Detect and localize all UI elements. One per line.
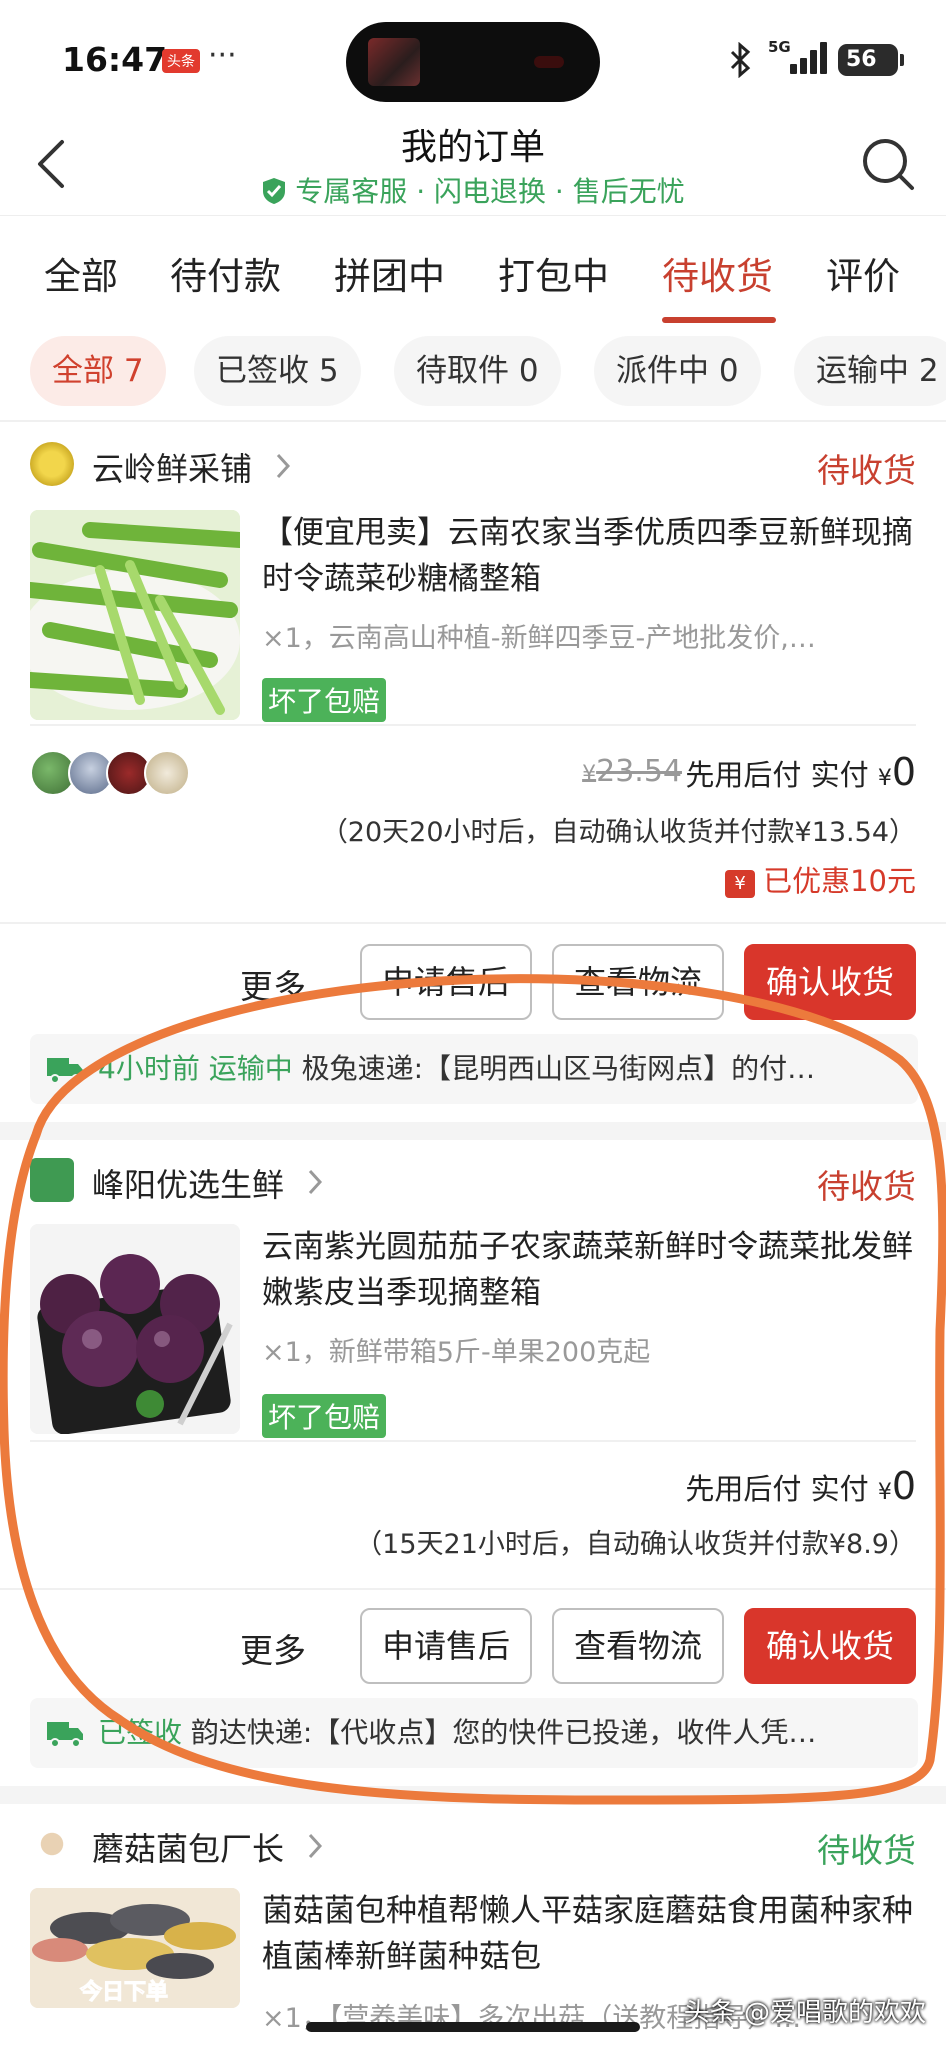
recording-indicator	[534, 56, 564, 68]
view-logistics-button[interactable]: 查看物流	[552, 944, 724, 1020]
chevron-right-icon[interactable]	[274, 452, 292, 480]
tab-packing[interactable]: 打包中	[498, 246, 609, 300]
product-title[interactable]: 云南紫光圆茄茄子农家蔬菜新鲜时令蔬菜批发鲜嫩紫皮当季现摘整箱	[262, 1224, 917, 1316]
tab-awaiting-receipt[interactable]: 待收货	[662, 246, 773, 300]
divider	[0, 1588, 946, 1590]
chip-signed[interactable]: 已签收 5	[194, 336, 361, 406]
order-status: 待收货	[817, 1831, 916, 1870]
eggplant-picture	[30, 1224, 240, 1434]
status-bar: 16:47 头条 ··· 5G 56	[0, 0, 946, 120]
product-title[interactable]: 【便宜甩卖】云南农家当季优质四季豆新鲜现摘时令蔬菜砂糖橘整箱	[262, 510, 917, 602]
page-title: 我的订单	[400, 127, 545, 168]
confirm-receipt-button[interactable]: 确认收货	[744, 1608, 916, 1684]
divider	[0, 922, 946, 924]
green-beans-picture	[30, 510, 240, 720]
card-separator	[0, 1122, 946, 1140]
order-status: 待收货	[817, 1167, 916, 1206]
confirm-receipt-button[interactable]: 确认收货	[744, 944, 916, 1020]
chip-delivering[interactable]: 派件中 0	[594, 336, 761, 406]
product-title[interactable]: 菌菇菌包种植帮懒人平菇家庭蘑菇食用菌种家种植菌棒新鲜菌种菇包	[262, 1888, 917, 1980]
more-button[interactable]: 更多	[240, 960, 306, 1008]
shield-check-icon	[263, 178, 286, 204]
status-filter-chips: 全部 7 已签收 5 待取件 0 派件中 0 运输中 2	[0, 336, 946, 412]
home-indicator[interactable]	[306, 2022, 640, 2032]
auto-confirm-note: （20天20小时后，自动确认收货并付款¥13.54）	[320, 817, 916, 848]
battery-level: 56	[846, 47, 877, 72]
chevron-right-icon[interactable]	[306, 1832, 324, 1860]
service-guarantee[interactable]: 专属客服 · 闪电退换 · 售后无忧	[0, 170, 946, 210]
order-status: 待收货	[817, 451, 916, 490]
tab-all[interactable]: 全部	[44, 246, 118, 300]
guarantee-tag: 坏了包赔	[262, 678, 387, 722]
product-image-label: 今日下单	[79, 1980, 169, 2006]
watermark: 头条 @爱唱歌的欢欢	[683, 1998, 926, 2028]
guarantee-tag: 坏了包赔	[262, 1394, 387, 1438]
view-logistics-button[interactable]: 查看物流	[552, 1608, 724, 1684]
status-time: 16:47	[62, 40, 168, 79]
bluetooth-icon	[730, 42, 751, 78]
tab-pending-payment[interactable]: 待付款	[170, 246, 281, 300]
now-playing-thumbnail	[368, 38, 420, 86]
after-sale-button[interactable]: 申请售后	[360, 1608, 532, 1684]
avatar	[144, 750, 190, 796]
shop-logo	[30, 1158, 74, 1202]
yen-icon: ¥	[725, 870, 756, 898]
divider	[0, 420, 946, 422]
logistics-bar[interactable]: 已签收 韵达快递:【代收点】您的快件已投递，收件人凭…	[30, 1698, 918, 1768]
shop-logo	[30, 442, 74, 486]
card-separator	[0, 1786, 946, 1804]
chevron-right-icon[interactable]	[306, 1168, 324, 1196]
battery-icon: 56	[838, 44, 904, 76]
more-dots-icon: ···	[208, 38, 237, 73]
shop-name[interactable]: 峰阳优选生鲜	[92, 1160, 284, 1206]
product-spec: ×1，新鲜带箱5斤-单果200克起	[262, 1337, 651, 1368]
shop-name[interactable]: 云岭鲜采铺	[92, 444, 252, 490]
logistics-text: 韵达快递:【代收点】您的快件已投递，收件人凭…	[190, 1716, 817, 1749]
app-badge: 头条	[162, 49, 200, 73]
dynamic-island	[346, 22, 600, 102]
logistics-bar[interactable]: 4小时前 运输中 极兔速递:【昆明西山区马街网点】的付…	[30, 1034, 918, 1104]
payment-summary: 先用后付 实付 ¥0	[685, 750, 916, 794]
truck-icon	[47, 1722, 83, 1748]
divider	[30, 1440, 916, 1442]
auto-confirm-note: （15天21小时后，自动确认收货并付款¥8.9）	[355, 1529, 916, 1560]
logistics-status: 已签收	[98, 1716, 183, 1749]
tab-group-buying[interactable]: 拼团中	[334, 246, 445, 300]
order-tabs: 全部 待付款 拼团中 打包中 待收货 评价	[0, 215, 946, 325]
divider	[30, 724, 916, 726]
logistics-time: 4小时前	[98, 1052, 200, 1085]
product-spec: ×1，云南高山种植-新鲜四季豆-产地批发价,…	[262, 623, 816, 654]
shop-logo	[30, 1822, 74, 1866]
service-guarantee-text: 专属客服 · 闪电退换 · 售后无忧	[295, 175, 685, 208]
tab-review[interactable]: 评价	[826, 246, 900, 300]
logistics-text: 极兔速递:【昆明西山区马街网点】的付…	[301, 1052, 816, 1085]
more-button[interactable]: 更多	[240, 1624, 306, 1672]
cellular-signal-icon: 5G	[768, 38, 828, 78]
after-sale-button[interactable]: 申请售后	[360, 944, 532, 1020]
search-icon[interactable]	[858, 134, 918, 194]
product-image[interactable]: 今日下单	[30, 1888, 240, 2008]
network-type-label: 5G	[768, 38, 791, 56]
truck-icon	[47, 1058, 83, 1084]
active-tab-indicator	[662, 317, 776, 323]
product-image[interactable]	[30, 1224, 240, 1434]
shop-name[interactable]: 蘑菇菌包厂长	[92, 1824, 284, 1870]
discount-badge: ¥ 已优惠10元	[725, 858, 916, 900]
payment-summary: 先用后付 实付 ¥0	[685, 1464, 916, 1508]
chip-all[interactable]: 全部 7	[30, 336, 166, 406]
product-image[interactable]	[30, 510, 240, 720]
chip-to-pickup[interactable]: 待取件 0	[394, 336, 561, 406]
original-price: ¥23.54	[582, 754, 682, 789]
chip-in-transit[interactable]: 运输中 2	[794, 336, 946, 406]
logistics-status: 运输中	[208, 1052, 293, 1085]
